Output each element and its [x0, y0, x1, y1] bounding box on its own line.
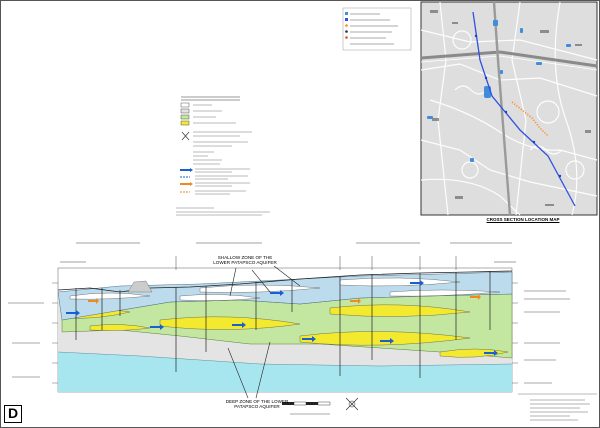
- map-title: CROSS SECTION LOCATION MAP: [486, 217, 560, 222]
- panel-letter: D: [4, 405, 22, 423]
- location-map: [342, 1, 598, 216]
- cross-section-figure: [0, 0, 600, 428]
- shallow-zone-callout: SHALLOW ZONE OF THE LOWER PATAPSCO AQUIF…: [213, 255, 277, 266]
- title-block: [518, 393, 597, 421]
- main-legend: [176, 96, 270, 216]
- figure-sheet: CROSS SECTION LOCATION MAP SHALLOW ZONE …: [0, 0, 600, 428]
- deep-zone-callout: DEEP ZONE OF THE LOWER PATAPSCO AQUIFER: [225, 399, 289, 410]
- map-legend: [342, 7, 412, 51]
- north-arrow-icon: [345, 397, 359, 411]
- cross-section: [8, 242, 570, 415]
